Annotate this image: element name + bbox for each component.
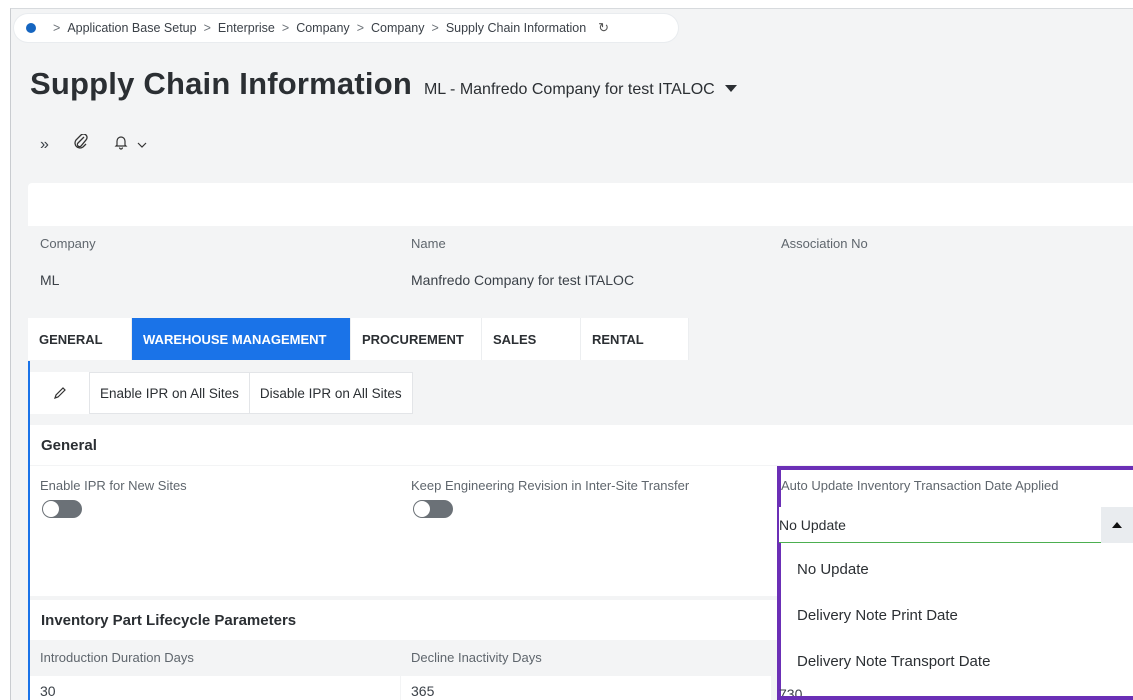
decline-inactivity-label: Decline Inactivity Days [411,650,542,665]
record-selector[interactable]: ML - Manfredo Company for test ITALOC [424,81,715,99]
option-no-update[interactable]: No Update [781,546,1133,592]
caret-up-icon [1112,522,1122,528]
breadcrumb-separator: > [203,21,211,35]
breadcrumb-item-supply-chain-information[interactable]: Supply Chain Information [446,21,586,35]
breadcrumb-separator: > [431,21,439,35]
tab-general[interactable]: GENERAL [28,318,132,360]
enable-ipr-button[interactable]: Enable IPR on All Sites [89,372,250,414]
dropdown-toggle-button[interactable] [1101,507,1133,543]
edit-icon[interactable] [30,372,90,414]
keep-eng-revision-toggle[interactable] [413,500,453,518]
option-delivery-note-transport-date[interactable]: Delivery Note Transport Date [781,638,1133,684]
association-no-label: Association No [781,236,868,251]
breadcrumb-separator: > [53,21,61,35]
tab-sales[interactable]: SALES [482,318,581,360]
name-value: Manfredo Company for test ITALOC [411,272,635,288]
expand-icon[interactable]: » [40,136,49,154]
attachment-icon[interactable] [73,133,89,155]
disable-ipr-button[interactable]: Disable IPR on All Sites [248,372,413,414]
enable-ipr-new-sites-toggle[interactable] [42,500,82,518]
breadcrumb-item-application-base-setup[interactable]: Application Base Setup [67,21,196,35]
breadcrumb: > Application Base Setup > Enterprise > … [14,14,678,42]
tab-bar: GENERAL WAREHOUSE MANAGEMENT PROCUREMENT… [28,318,689,360]
breadcrumb-item-company-2[interactable]: Company [371,21,425,35]
home-icon[interactable] [26,23,36,33]
caret-down-icon[interactable] [724,85,737,92]
breadcrumb-item-company[interactable]: Company [296,21,350,35]
page-title: Supply Chain Information [30,66,412,101]
name-label: Name [411,236,446,251]
breadcrumb-separator: > [356,21,364,35]
title-row: Supply Chain Information ML - Manfredo C… [30,66,737,102]
company-label: Company [40,236,96,251]
header-fields [28,226,1133,310]
tab-procurement[interactable]: PROCUREMENT [351,318,482,360]
tab-toolbar: Enable IPR on All Sites Disable IPR on A… [30,372,413,414]
tab-rental[interactable]: RENTAL [581,318,689,360]
refresh-icon[interactable]: ↻ [598,20,609,36]
intro-duration-label: Introduction Duration Days [40,650,194,665]
decline-inactivity-input[interactable]: 365 [401,676,771,700]
auto-update-select[interactable]: No Update [779,507,1133,543]
option-delivery-note-print-date[interactable]: Delivery Note Print Date [781,592,1133,638]
breadcrumb-item-enterprise[interactable]: Enterprise [218,21,275,35]
dropdown-list: No Update Delivery Note Print Date Deliv… [781,546,1133,686]
bell-icon[interactable] [113,134,129,155]
command-bar: » [40,133,147,155]
third-lifecycle-value: 730 [779,686,803,696]
tab-warehouse-management[interactable]: WAREHOUSE MANAGEMENT [132,318,351,360]
company-value: ML [40,272,60,288]
intro-duration-input[interactable]: 30 [30,676,400,700]
auto-update-value: No Update [779,516,846,533]
enable-ipr-new-sites-label: Enable IPR for New Sites [40,478,187,493]
breadcrumb-separator: > [281,21,290,35]
general-section-heading: General [30,425,1133,465]
keep-eng-revision-label: Keep Engineering Revision in Inter-Site … [411,478,690,493]
auto-update-label: Auto Update Inventory Transaction Date A… [781,478,1059,493]
chevron-down-icon[interactable] [137,137,147,152]
